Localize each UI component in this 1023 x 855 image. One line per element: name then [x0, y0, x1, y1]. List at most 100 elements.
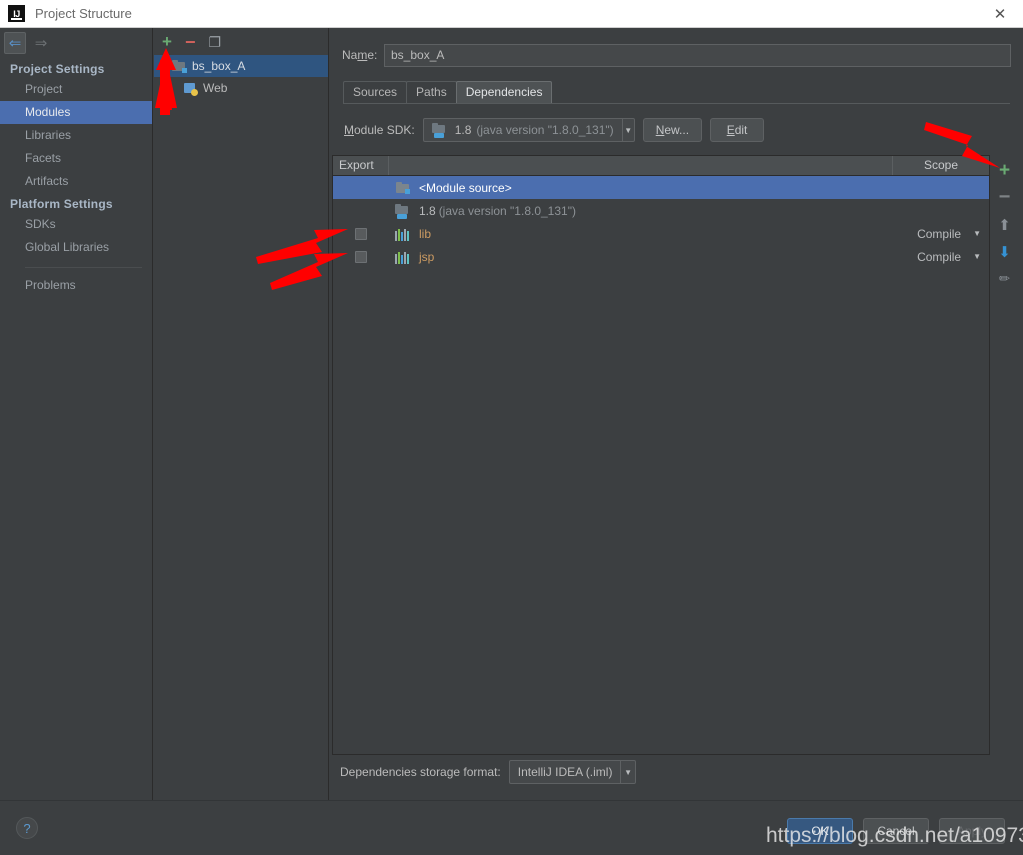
dependency-name-cell: 1.8 (java version "1.8.0_131") — [389, 203, 893, 219]
sidebar-nav-arrows: ⇐ ⇒ — [0, 28, 152, 58]
sidebar-item-artifacts[interactable]: Artifacts — [0, 170, 152, 193]
scope-cell[interactable]: Compile ▼ — [893, 227, 989, 241]
library-icon — [395, 250, 411, 264]
move-up-icon[interactable]: ⬆ — [992, 211, 1017, 238]
remove-module-icon[interactable]: − — [185, 33, 196, 51]
dependencies-table: Export Scope <Module source> 1.8 (java v… — [332, 155, 990, 755]
project-structure-dialog: IJ Project Structure ✕ ⇐ ⇒ Project Setti… — [0, 0, 1023, 855]
module-sdk-combo-text: 1.8 (java version "1.8.0_131") — [424, 122, 622, 138]
module-sdk-label: Module SDK: — [344, 123, 415, 137]
jdk-icon — [395, 203, 411, 219]
table-row[interactable]: <Module source> — [333, 176, 989, 199]
dependency-name: jsp — [419, 249, 435, 264]
chevron-down-icon[interactable]: ▼ — [621, 119, 634, 141]
module-sdk-row: Module SDK: 1.8 (java version "1.8.0_131… — [330, 104, 1023, 142]
sidebar-item-modules[interactable]: Modules — [0, 101, 152, 124]
edit-sdk-button[interactable]: Edit — [710, 118, 765, 142]
watermark-text: https://blog.csdn.net/a1097304791 — [766, 824, 1023, 847]
jdk-icon — [431, 122, 448, 138]
window-title: Project Structure — [35, 6, 132, 21]
remove-dependency-icon[interactable]: − — [992, 184, 1017, 211]
table-row[interactable]: jsp Compile ▼ — [333, 245, 989, 268]
sidebar-item-project[interactable]: Project — [0, 78, 152, 101]
dependency-name-cell: lib — [389, 227, 893, 241]
tree-node-label: Web — [203, 81, 228, 95]
dependencies-storage-format-row: Dependencies storage format: IntelliJ ID… — [340, 760, 636, 784]
sidebar-group-platform-settings: Platform Settings SDKs Global Libraries — [0, 193, 152, 259]
tree-node-module[interactable]: ▼ bs_box_A — [154, 55, 328, 77]
web-facet-icon — [182, 80, 198, 96]
name-label-post: e: — [367, 48, 378, 62]
table-row[interactable]: 1.8 (java version "1.8.0_131") — [333, 199, 989, 222]
export-checkbox[interactable] — [355, 250, 367, 263]
module-sdk-version: (java version "1.8.0_131") — [476, 123, 614, 137]
sdk-label-mnemonic: M — [344, 123, 354, 137]
intellij-logo-icon: IJ — [8, 5, 25, 22]
scope-value: Compile — [917, 249, 962, 264]
dependency-name: 1.8 — [419, 203, 436, 218]
dependency-name: lib — [419, 226, 432, 241]
column-header-name[interactable] — [389, 156, 893, 175]
sidebar-item-facets[interactable]: Facets — [0, 147, 152, 170]
column-header-export[interactable]: Export — [333, 156, 389, 175]
tree-node-label: bs_box_A — [192, 59, 246, 73]
chevron-down-icon[interactable]: ▼ — [620, 761, 634, 783]
sidebar-item-problems[interactable]: Problems — [0, 274, 152, 297]
module-sdk-combo[interactable]: 1.8 (java version "1.8.0_131") ▼ — [422, 118, 635, 142]
scope-value: Compile — [917, 226, 962, 241]
edit-button-rest: dit — [734, 123, 748, 137]
window-titlebar: IJ Project Structure ✕ — [0, 0, 1023, 28]
module-icon — [171, 58, 187, 74]
help-icon[interactable]: ? — [16, 817, 38, 839]
modules-tree-panel: + − ❐ ▼ bs_box_A Web — [154, 28, 329, 800]
name-label-pre: Na — [342, 48, 358, 62]
new-button-rest: ew... — [664, 123, 690, 137]
module-name-label: Name: — [342, 48, 384, 62]
table-row[interactable]: lib Compile ▼ — [333, 222, 989, 245]
back-arrow-icon[interactable]: ⇐ — [4, 32, 26, 54]
dependency-name-cell: jsp — [389, 250, 893, 264]
storage-format-value: IntelliJ IDEA (.iml) — [517, 765, 613, 779]
dependency-name: <Module source> — [419, 180, 512, 195]
sidebar-item-sdks[interactable]: SDKs — [0, 213, 152, 236]
close-icon[interactable]: ✕ — [977, 0, 1023, 27]
sidebar-item-libraries[interactable]: Libraries — [0, 124, 152, 147]
add-module-icon[interactable]: + — [162, 33, 172, 50]
chevron-down-icon[interactable]: ▼ — [973, 229, 981, 238]
new-sdk-button[interactable]: New... — [642, 118, 703, 142]
dependency-name-cell: <Module source> — [389, 180, 893, 196]
tab-paths[interactable]: Paths — [406, 81, 457, 103]
storage-format-label: Dependencies storage format: — [340, 765, 501, 779]
storage-format-combo[interactable]: IntelliJ IDEA (.iml) ▼ — [508, 760, 636, 784]
add-dependency-icon[interactable]: + — [992, 157, 1017, 184]
export-cell — [333, 250, 389, 263]
module-tabs: Sources Paths Dependencies — [343, 79, 1023, 103]
forward-arrow-icon[interactable]: ⇒ — [30, 32, 52, 54]
column-header-scope[interactable]: Scope — [893, 156, 989, 175]
edit-button-mnemonic: E — [726, 123, 735, 137]
copy-module-icon[interactable]: ❐ — [208, 35, 221, 49]
sidebar-item-global-libraries[interactable]: Global Libraries — [0, 236, 152, 259]
export-checkbox[interactable] — [355, 227, 367, 240]
sidebar-group-project-settings: Project Settings Project Modules Librari… — [0, 58, 152, 193]
tab-sources[interactable]: Sources — [343, 81, 408, 103]
module-sdk-name: 1.8 — [454, 123, 472, 137]
modules-tree-toolbar: + − ❐ — [154, 28, 328, 55]
dependency-detail: (java version "1.8.0_131") — [438, 203, 576, 218]
dependencies-side-toolbar: + − ⬆ ⬇ ✎ — [992, 157, 1017, 297]
chevron-down-icon[interactable]: ▼ — [973, 252, 981, 261]
export-cell — [333, 227, 389, 240]
settings-sidebar: ⇐ ⇒ Project Settings Project Modules Lib… — [0, 28, 153, 800]
module-name-input[interactable] — [384, 43, 1011, 67]
name-label-mnemonic: m — [357, 48, 368, 62]
new-button-mnemonic: N — [655, 123, 665, 137]
sidebar-group-title: Project Settings — [10, 62, 105, 76]
scope-cell[interactable]: Compile ▼ — [893, 250, 989, 264]
chevron-down-icon[interactable]: ▼ — [160, 62, 171, 71]
tab-dependencies[interactable]: Dependencies — [455, 81, 553, 103]
library-icon — [395, 227, 411, 241]
tree-node-facet[interactable]: Web — [154, 77, 328, 99]
dependencies-table-header: Export Scope — [333, 156, 989, 176]
sdk-label-rest: odule SDK: — [354, 123, 415, 137]
module-source-icon — [395, 180, 411, 196]
